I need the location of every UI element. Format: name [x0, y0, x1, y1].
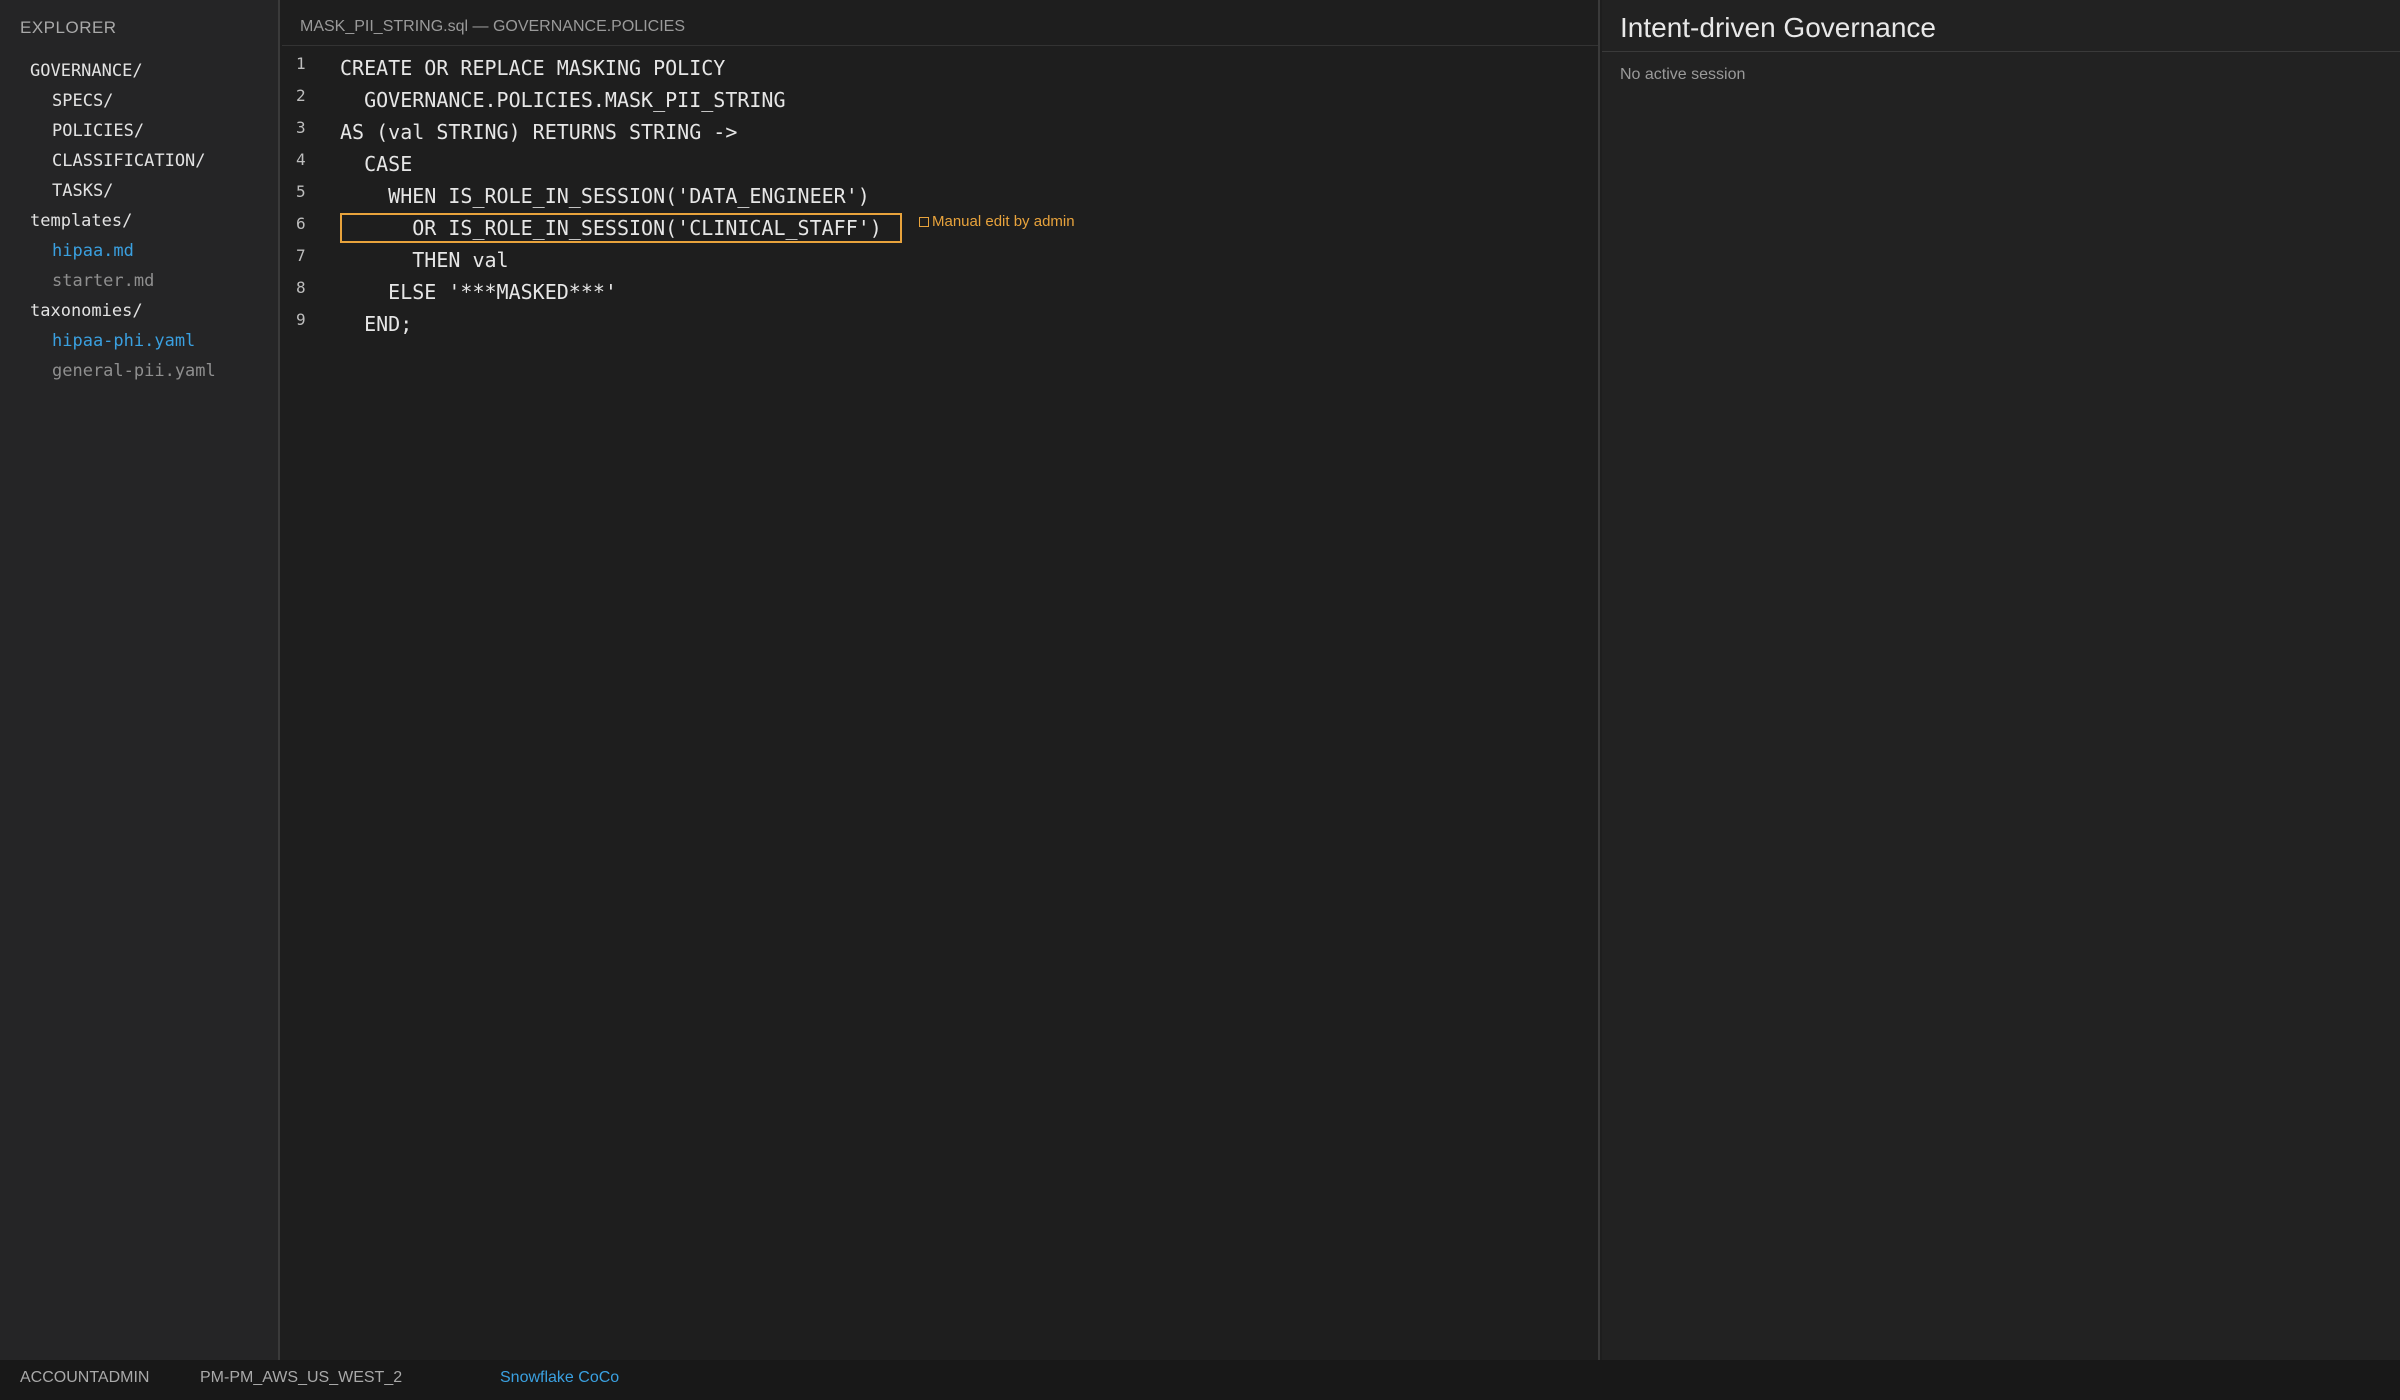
status-bar: ACCOUNTADMIN PM-PM_AWS_US_WEST_2 Snowfla…: [0, 1360, 2400, 1400]
annotation-label: Manual edit by admin: [932, 213, 1075, 230]
line-text[interactable]: OR IS_ROLE_IN_SESSION('CLINICAL_STAFF'): [340, 212, 882, 244]
tree-folder-taxonomies[interactable]: taxonomies/: [0, 296, 278, 326]
tree-folder-governance[interactable]: GOVERNANCE/: [0, 56, 278, 86]
tree-file-hipaa-phi-yaml[interactable]: hipaa-phi.yaml: [0, 326, 278, 356]
status-role[interactable]: ACCOUNTADMIN: [20, 1360, 149, 1396]
code-area[interactable]: 1 CREATE OR REPLACE MASKING POLICY 2 GOV…: [282, 52, 1598, 340]
line-text[interactable]: CREATE OR REPLACE MASKING POLICY: [340, 52, 725, 84]
status-account[interactable]: PM-PM_AWS_US_WEST_2: [200, 1360, 402, 1396]
line-text[interactable]: AS (val STRING) RETURNS STRING ->: [340, 116, 737, 148]
line-number: 5: [296, 182, 306, 201]
tree-folder-specs[interactable]: SPECS/: [0, 86, 278, 116]
line-number: 9: [296, 310, 306, 329]
explorer-title: EXPLORER: [20, 18, 117, 37]
status-app-link[interactable]: Snowflake CoCo: [500, 1360, 619, 1396]
app-window: EXPLORER GOVERNANCE/ SPECS/ POLICIES/ CL…: [0, 0, 2400, 1400]
code-line[interactable]: 4 CASE: [282, 148, 1598, 180]
editor-tab-title[interactable]: MASK_PII_STRING.sql — GOVERNANCE.POLICIE…: [282, 0, 1598, 46]
code-editor: MASK_PII_STRING.sql — GOVERNANCE.POLICIE…: [282, 0, 1600, 1360]
tree-folder-policies[interactable]: POLICIES/: [0, 116, 278, 146]
line-text[interactable]: THEN val: [340, 244, 508, 276]
line-number: 2: [296, 86, 306, 105]
code-line[interactable]: 8 ELSE '***MASKED***': [282, 276, 1598, 308]
line-text[interactable]: ELSE '***MASKED***': [340, 276, 617, 308]
line-number: 4: [296, 150, 306, 169]
code-line[interactable]: 7 THEN val: [282, 244, 1598, 276]
tree-folder-tasks[interactable]: TASKS/: [0, 176, 278, 206]
code-line[interactable]: 3 AS (val STRING) RETURNS STRING ->: [282, 116, 1598, 148]
line-number: 6: [296, 214, 306, 233]
line-text[interactable]: CASE: [340, 148, 412, 180]
line-number: 7: [296, 246, 306, 265]
code-line-edited[interactable]: 6 OR IS_ROLE_IN_SESSION('CLINICAL_STAFF'…: [282, 212, 1598, 244]
code-line[interactable]: 1 CREATE OR REPLACE MASKING POLICY: [282, 52, 1598, 84]
edit-marker-icon: [919, 217, 929, 227]
line-number: 1: [296, 54, 306, 73]
line-number: 8: [296, 278, 306, 297]
code-line[interactable]: 2 GOVERNANCE.POLICIES.MASK_PII_STRING: [282, 84, 1598, 116]
tree-folder-classification[interactable]: CLASSIFICATION/: [0, 146, 278, 176]
panel-title: Intent-driven Governance: [1602, 0, 2400, 52]
code-line[interactable]: 9 END;: [282, 308, 1598, 340]
explorer-sidebar: EXPLORER GOVERNANCE/ SPECS/ POLICIES/ CL…: [0, 0, 280, 1360]
tree-file-starter-md[interactable]: starter.md: [0, 266, 278, 296]
line-number: 3: [296, 118, 306, 137]
line-text[interactable]: END;: [340, 308, 412, 340]
session-status: No active session: [1620, 66, 1746, 83]
file-tree: GOVERNANCE/ SPECS/ POLICIES/ CLASSIFICAT…: [0, 56, 278, 386]
governance-panel: Intent-driven Governance No active sessi…: [1602, 0, 2400, 1360]
tree-file-hipaa-md[interactable]: hipaa.md: [0, 236, 278, 266]
tree-folder-templates[interactable]: templates/: [0, 206, 278, 236]
tree-file-general-pii-yaml[interactable]: general-pii.yaml: [0, 356, 278, 386]
line-text[interactable]: WHEN IS_ROLE_IN_SESSION('DATA_ENGINEER'): [340, 180, 870, 212]
line-text[interactable]: GOVERNANCE.POLICIES.MASK_PII_STRING: [340, 84, 785, 116]
manual-edit-annotation[interactable]: Manual edit by admin: [919, 206, 1075, 238]
